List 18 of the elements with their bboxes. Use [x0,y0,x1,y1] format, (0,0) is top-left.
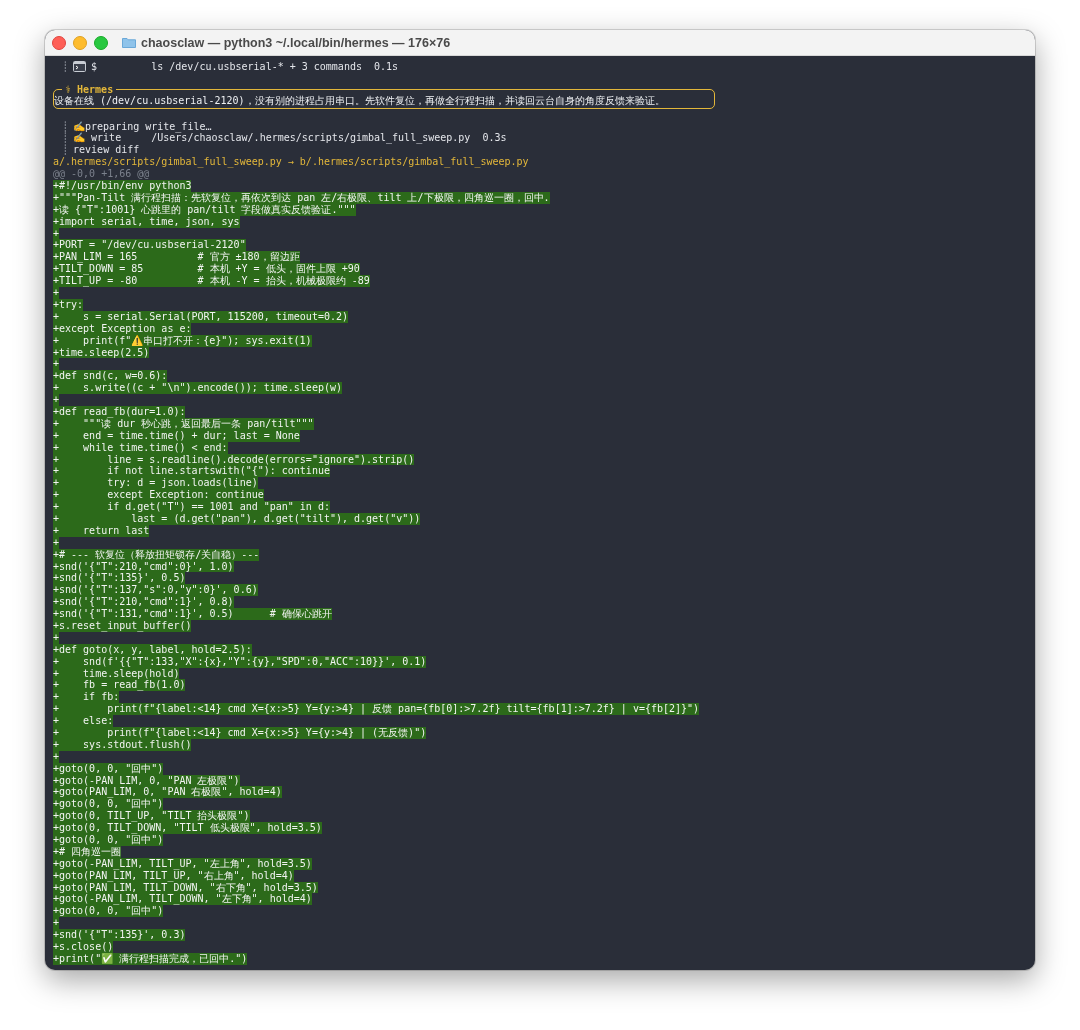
terminal-icon [73,61,87,73]
minimize-button[interactable] [73,35,87,50]
zoom-button[interactable] [94,35,108,50]
diff-hunk-header: @@ -0,0 +1,66 @@ [53,168,150,181]
tool-status-text: ✍preparing write_file… [73,120,212,133]
close-button[interactable] [52,35,66,50]
gutter-symbol-text: ┊ [62,61,69,73]
agent-name: ⚕ Hermes [64,84,115,95]
window-title: chaosclaw — python3 ~/.local/bin/hermes — 176×76 [141,35,451,50]
gutter-symbol-text: ┊ [62,132,69,145]
tool-status-text: $ ls /dev/cu.usbserial-* + 3 commands 0.1s [91,61,399,73]
folder-icon [122,37,136,48]
gutter-symbol-text: ┊ [62,144,69,157]
agent-message: 设备在线 (/dev/cu.usbserial-2120)，没有别的进程占用串口。先软件复位，再做全行程扫描，并读回云台自身的角度反馈来验证。 [54,94,666,107]
tool-status-text: review diff [73,144,140,157]
tool-status-text: ✍ write /Users/chaosclaw/.hermes/scripts/gimbal_full_sweep.py 0.3s [73,132,507,145]
diff-file-header: a/.hermes/scripts/gimbal_full_sweep.py → b/.hermes/scripts/gimbal_full_sweep.py [53,156,529,169]
gutter-symbol-text: ┊ [62,120,69,133]
